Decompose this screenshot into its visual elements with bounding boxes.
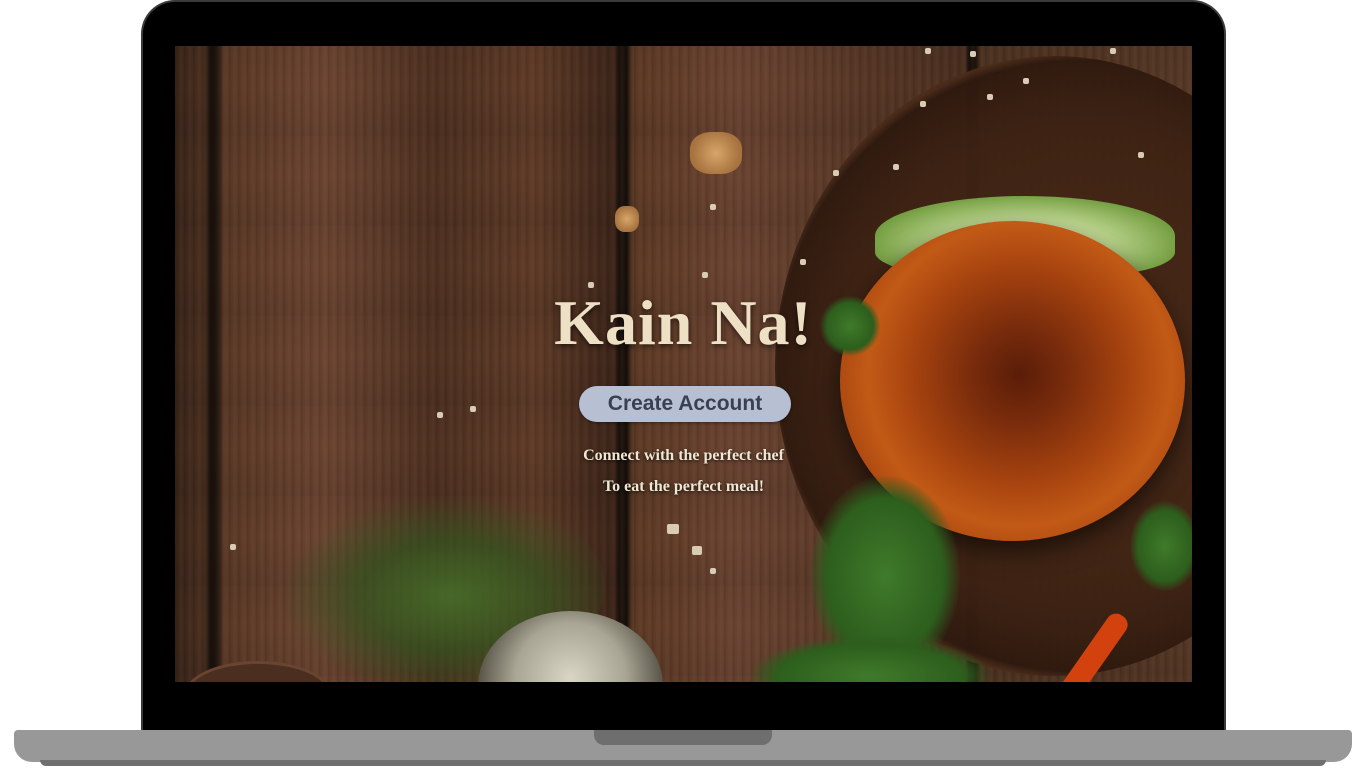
laptop-notch: [594, 730, 772, 745]
app-title: Kain Na!: [554, 287, 813, 358]
tagline-line-1: Connect with the perfect chef: [583, 447, 784, 464]
create-account-button[interactable]: Create Account: [579, 386, 791, 422]
laptop-base-shadow: [40, 760, 1326, 766]
laptop-screen: Kain Na! Create Account Connect with the…: [175, 46, 1192, 682]
tagline-line-2: To eat the perfect meal!: [602, 478, 765, 495]
hero-section: Kain Na! Create Account Connect with the…: [175, 46, 1192, 682]
